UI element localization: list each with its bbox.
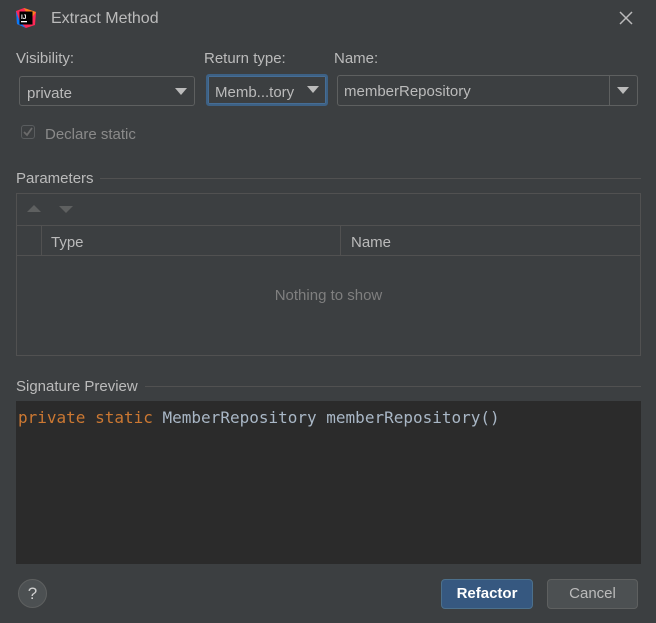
visibility-value: private [27, 85, 73, 102]
refactor-button[interactable]: Refactor [441, 579, 533, 609]
dialog-title: Extract Method [51, 10, 159, 27]
move-up-icon[interactable] [27, 205, 41, 212]
chevron-down-icon [307, 86, 319, 93]
keyword-static: static [95, 408, 153, 427]
keyword-private: private [18, 408, 86, 427]
method-name-token: memberRepository() [326, 408, 500, 427]
chevron-down-icon [175, 88, 187, 95]
signature-preview-editor[interactable]: private static MemberRepository memberRe… [16, 401, 641, 564]
title-bar: IJ Extract Method [0, 0, 656, 38]
return-type-token: MemberRepository [162, 408, 317, 427]
signature-code-line: private static MemberRepository memberRe… [18, 408, 500, 427]
chevron-down-icon[interactable] [617, 87, 629, 94]
svg-text:IJ: IJ [21, 14, 27, 21]
combo-divider [609, 76, 610, 105]
column-divider [340, 226, 341, 255]
parameters-panel: Type Name Nothing to show [16, 193, 641, 356]
cancel-button[interactable]: Cancel [547, 579, 638, 609]
help-button[interactable]: ? [18, 579, 47, 608]
return-type-label: Return type: [204, 50, 286, 67]
intellij-app-icon: IJ [16, 8, 36, 28]
return-type-value: Memb...tory [215, 84, 295, 101]
declare-static-checkbox[interactable] [21, 125, 35, 139]
header-divider [17, 255, 640, 256]
parameters-title: Parameters [16, 170, 94, 187]
visibility-label: Visibility: [16, 50, 75, 67]
move-down-icon[interactable] [59, 206, 73, 213]
column-header-type[interactable]: Type [51, 234, 84, 251]
column-divider [41, 226, 42, 255]
signature-separator [145, 386, 641, 387]
empty-table-text: Nothing to show [274, 287, 383, 304]
column-header-name[interactable]: Name [351, 234, 391, 251]
name-combo[interactable]: memberRepository [337, 75, 638, 106]
table-header: Type Name [17, 226, 640, 255]
name-input[interactable]: memberRepository [344, 83, 471, 100]
return-type-dropdown[interactable]: Memb...tory [206, 74, 328, 106]
name-label: Name: [334, 50, 379, 67]
visibility-dropdown[interactable]: private [19, 76, 195, 106]
parameters-separator [100, 178, 641, 179]
close-icon[interactable] [616, 8, 636, 28]
declare-static-label: Declare static [45, 126, 136, 143]
signature-preview-title: Signature Preview [16, 378, 138, 395]
